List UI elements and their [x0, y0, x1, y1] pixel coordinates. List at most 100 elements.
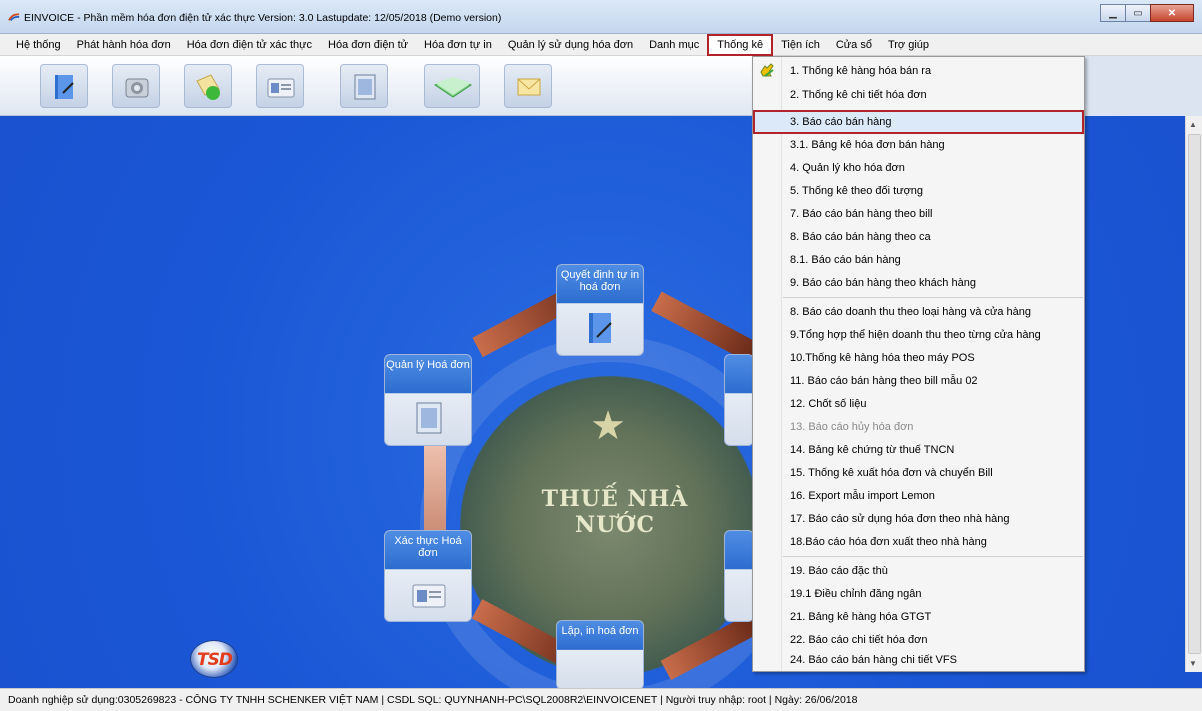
menu-item-label: 24. Báo cáo bán hàng chi tiết VFS	[790, 654, 957, 666]
menu-item-8-1[interactable]: 8.1. Báo cáo bán hàng	[753, 248, 1084, 272]
menu-item-8[interactable]: 8. Báo cáo bán hàng theo ca	[753, 225, 1084, 249]
menu-item-label: 12. Chốt số liệu	[790, 398, 867, 410]
menu-item-label: 19.1 Điều chỉnh đăng ngân	[790, 588, 922, 600]
menu-item-7[interactable]: 7. Báo cáo bán hàng theo bill	[753, 202, 1084, 226]
toolbar-note-button[interactable]	[184, 64, 232, 108]
toolbar-settings-button[interactable]	[112, 64, 160, 108]
menu-item-label: 7. Báo cáo bán hàng theo bill	[790, 208, 933, 220]
menu-item-label: 5. Thống kê theo đối tượng	[790, 185, 924, 197]
menu-item-17[interactable]: 17. Báo cáo sử dụng hóa đơn theo nhà hàn…	[753, 507, 1084, 531]
menu-item-9b[interactable]: 9.Tổng hợp thể hiện doanh thu theo từng …	[753, 323, 1084, 347]
book-icon	[589, 313, 612, 343]
menu-item-label: 4. Quản lý kho hóa đơn	[790, 162, 905, 174]
toolbar-idcard-button[interactable]	[256, 64, 304, 108]
app-logo-icon	[8, 13, 20, 21]
menu-bar: Hệ thống Phát hành hóa đơn Hóa đơn điện …	[0, 33, 1202, 56]
menu-item-label: 13. Báo cáo hủy hóa đơn	[790, 421, 914, 433]
menu-item-label: 9.Tổng hợp thể hiện doanh thu theo từng …	[790, 329, 1041, 341]
toolbar-paper-button[interactable]	[424, 64, 480, 108]
menu-item-19-1[interactable]: 19.1 Điều chỉnh đăng ngân	[753, 582, 1084, 606]
window-title: EINVOICE - Phần mềm hóa đơn điện tử xác …	[24, 12, 502, 24]
menu-cua-so[interactable]: Cửa sổ	[828, 34, 880, 56]
scroll-down-icon[interactable]: ▼	[1189, 659, 1197, 668]
menu-item-5[interactable]: 5. Thống kê theo đối tượng	[753, 179, 1084, 203]
minimize-button[interactable]: ▁	[1100, 4, 1126, 22]
star-icon: ★	[590, 404, 626, 448]
menu-item-label: 1. Thống kê hàng hóa bán ra	[790, 65, 932, 77]
menu-item-label: 11. Báo cáo bán hàng theo bill mẫu 02	[790, 375, 978, 387]
hand-cursor-icon	[760, 63, 774, 77]
menu-item-label: 22. Báo cáo chi tiết hóa đơn	[790, 634, 928, 646]
menu-item-label: 15. Thống kê xuất hóa đơn và chuyển Bill	[790, 467, 993, 479]
node-manage[interactable]: Quản lý Hoá đơn	[384, 354, 472, 446]
menu-item-label: 14. Bảng kê chứng từ thuế TNCN	[790, 444, 955, 456]
node-verify-label: Xác thực Hoá đơn	[394, 535, 462, 559]
scroll-up-icon[interactable]: ▲	[1189, 120, 1197, 129]
tsd-logo: TSD	[190, 640, 238, 678]
menu-item-21[interactable]: 21. Bảng kê hàng hóa GTGT	[753, 605, 1084, 629]
vertical-scrollbar[interactable]: ▲ ▼	[1185, 116, 1202, 672]
menu-item-16[interactable]: 16. Export mẫu import Lemon	[753, 484, 1084, 508]
envelope-icon	[517, 78, 541, 96]
menu-tro-giup[interactable]: Trợ giúp	[880, 34, 937, 56]
menu-item-label: 8. Báo cáo bán hàng theo ca	[790, 231, 931, 243]
menu-item-10[interactable]: 10.Thống kê hàng hóa theo máy POS	[753, 346, 1084, 370]
note-check-icon	[196, 74, 220, 100]
menu-item-label: 8.1. Báo cáo bán hàng	[790, 254, 901, 266]
menu-item-22[interactable]: 22. Báo cáo chi tiết hóa đơn	[753, 628, 1084, 652]
menu-he-thong[interactable]: Hệ thống	[8, 34, 69, 56]
menu-item-8b[interactable]: 8. Báo cáo doanh thu theo loại hàng và c…	[753, 300, 1084, 324]
menu-item-4[interactable]: 4. Quản lý kho hóa đơn	[753, 156, 1084, 180]
toolbar-book-button[interactable]	[40, 64, 88, 108]
camera-settings-icon	[125, 78, 149, 98]
close-button[interactable]: ✕	[1150, 4, 1194, 22]
menu-item-3-bao-cao-ban-hang[interactable]: 3. Báo cáo bán hàng	[753, 110, 1084, 134]
menu-item-24[interactable]: 24. Báo cáo bán hàng chi tiết VFS	[753, 651, 1084, 671]
thong-ke-dropdown-menu: 1. Thống kê hàng hóa bán ra 2. Thống kê …	[752, 56, 1085, 672]
node-verify[interactable]: Xác thực Hoá đơn	[384, 530, 472, 622]
menu-item-14[interactable]: 14. Bảng kê chứng từ thuế TNCN	[753, 438, 1084, 462]
menu-hoa-don-dien-tu-xac-thuc[interactable]: Hóa đơn điện tử xác thực	[179, 34, 320, 56]
menu-item-1[interactable]: 1. Thống kê hàng hóa bán ra	[753, 59, 1084, 83]
menu-item-label: 21. Bảng kê hàng hóa GTGT	[790, 611, 932, 623]
menu-danh-muc[interactable]: Danh mục	[641, 34, 707, 56]
node-create-label: Lập, in hoá đơn	[561, 625, 639, 637]
menu-phat-hanh-hoa-don[interactable]: Phát hành hóa đơn	[69, 34, 179, 56]
node-right-top[interactable]	[724, 354, 754, 446]
menu-item-11[interactable]: 11. Báo cáo bán hàng theo bill mẫu 02	[753, 369, 1084, 393]
menu-item-15[interactable]: 15. Thống kê xuất hóa đơn và chuyển Bill	[753, 461, 1084, 485]
title-bar: EINVOICE - Phần mềm hóa đơn điện tử xác …	[0, 0, 1202, 34]
toolbar-mail-button[interactable]	[504, 64, 552, 108]
menu-item-12[interactable]: 12. Chốt số liệu	[753, 392, 1084, 416]
tsd-logo-text: TSD	[197, 650, 233, 670]
menu-item-label: 9. Báo cáo bán hàng theo khách hàng	[790, 277, 976, 289]
menu-hoa-don-tu-in[interactable]: Hóa đơn tự in	[416, 34, 500, 56]
menu-item-label: 3. Báo cáo bán hàng	[790, 116, 892, 128]
menu-hoa-don-dien-tu[interactable]: Hóa đơn điện tử	[320, 34, 416, 56]
menu-item-9[interactable]: 9. Báo cáo bán hàng theo khách hàng	[753, 271, 1084, 295]
status-bar: Doanh nghiệp sử dụng:0305269823 - CÔNG T…	[0, 688, 1202, 711]
paper-stack-icon	[433, 77, 473, 98]
menu-separator	[783, 297, 1083, 298]
document-icon	[354, 74, 376, 100]
toolbar-document-button[interactable]	[340, 64, 388, 108]
menu-item-18[interactable]: 18.Báo cáo hóa đơn xuất theo nhà hàng	[753, 530, 1084, 554]
toolbar	[0, 56, 752, 116]
menu-quan-ly-su-dung-hoa-don[interactable]: Quản lý sử dụng hóa đơn	[500, 34, 641, 56]
flow-arrow-left	[424, 436, 446, 536]
menu-item-2[interactable]: 2. Thống kê chi tiết hóa đơn	[753, 83, 1084, 107]
scroll-thumb[interactable]	[1188, 134, 1201, 654]
menu-tien-ich[interactable]: Tiện ích	[773, 34, 828, 56]
menu-item-label: 16. Export mẫu import Lemon	[790, 490, 935, 502]
book-icon	[55, 75, 74, 99]
maximize-button[interactable]: ▭	[1125, 4, 1151, 22]
node-create[interactable]: Lập, in hoá đơn	[556, 620, 644, 688]
id-card-icon	[267, 78, 295, 98]
menu-item-label: 10.Thống kê hàng hóa theo máy POS	[790, 352, 975, 364]
menu-thong-ke[interactable]: Thống kê	[707, 33, 774, 56]
node-decide[interactable]: Quyết định tự in hoá đơn	[556, 264, 644, 356]
menu-item-19[interactable]: 19. Báo cáo đặc thù	[753, 559, 1084, 583]
document-icon	[416, 402, 442, 434]
menu-item-3-1[interactable]: 3.1. Bảng kê hóa đơn bán hàng	[753, 133, 1084, 157]
node-right-bottom[interactable]	[724, 530, 754, 622]
